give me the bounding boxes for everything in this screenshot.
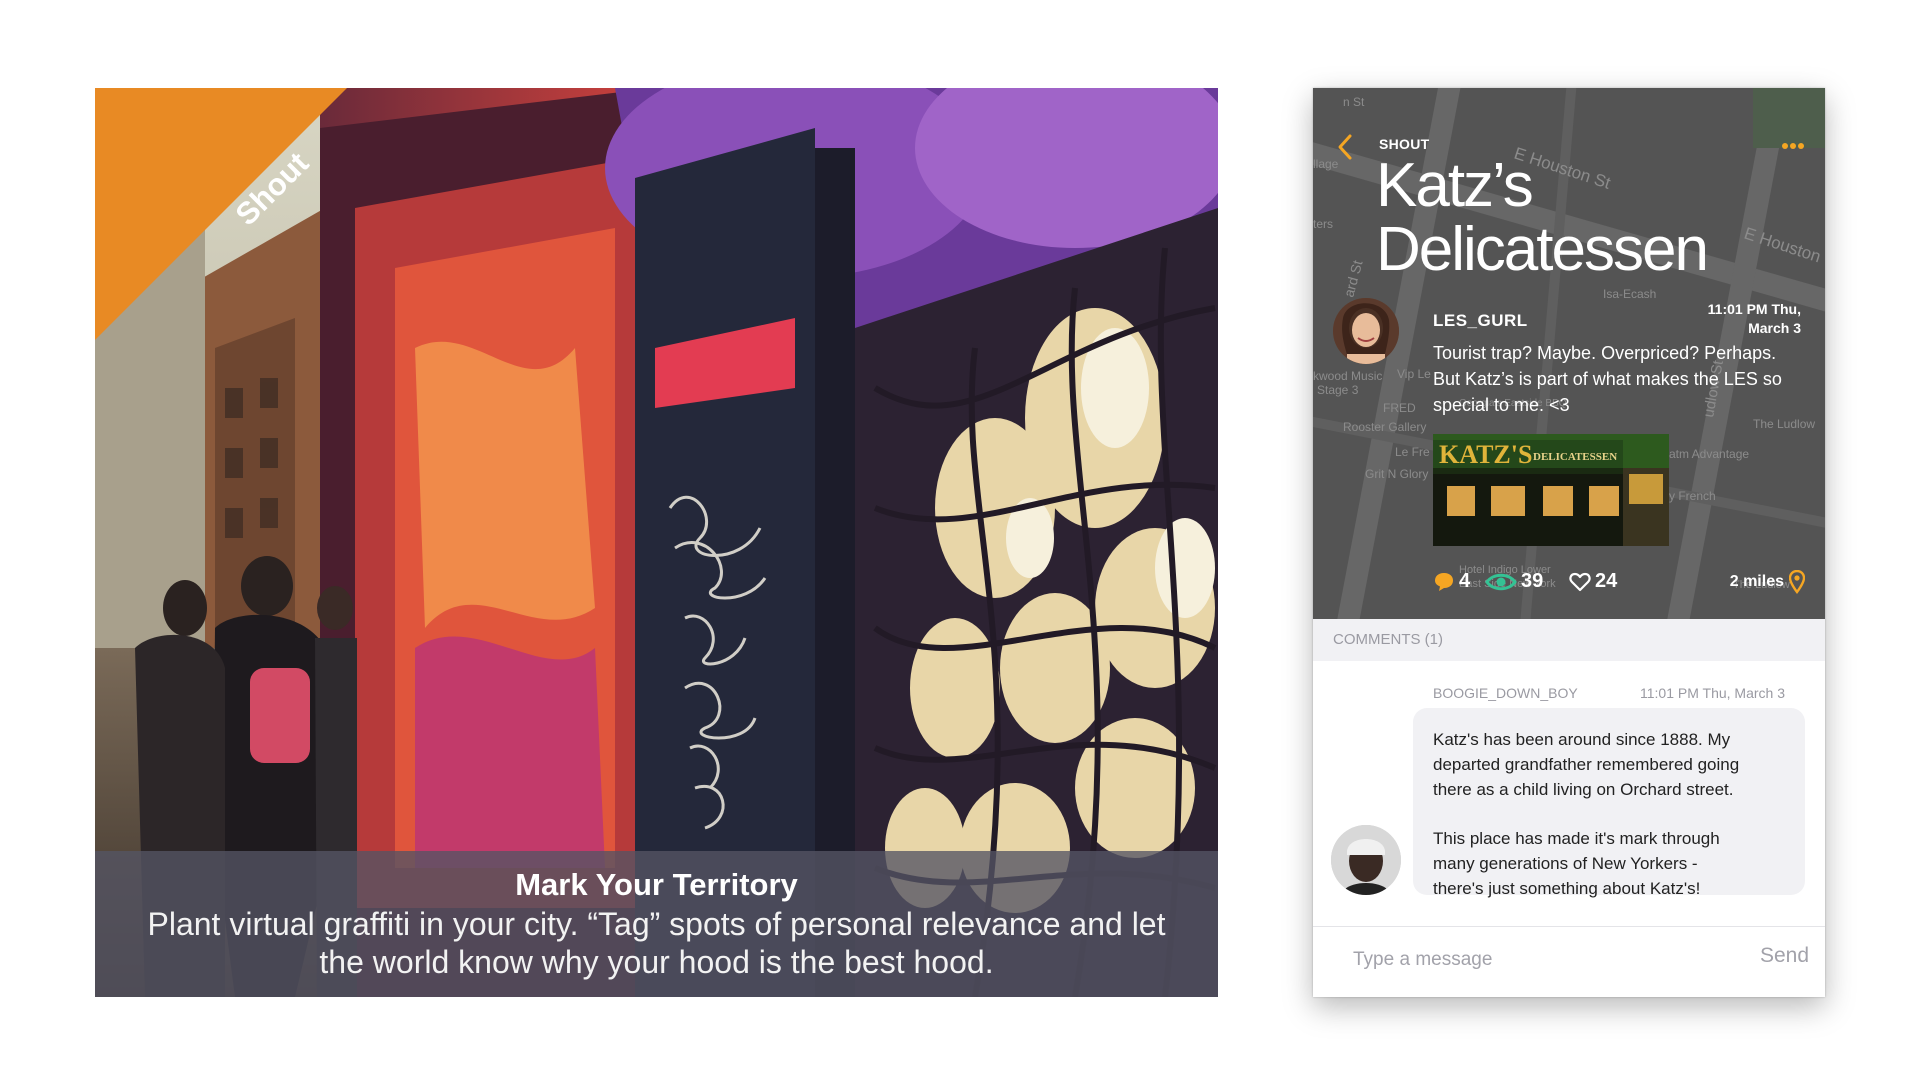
view-count-value: 39 <box>1521 570 1544 592</box>
hero-caption: Mark Your Territory Plant virtual graffi… <box>95 851 1218 997</box>
place-title-line: Katz’s <box>1376 151 1534 220</box>
heart-icon <box>1569 572 1591 591</box>
view-count: 39 <box>1485 570 1543 593</box>
comment-text-line: departed grandfather remembered going <box>1433 755 1740 774</box>
comments-header: COMMENTS (1) <box>1313 619 1825 661</box>
post-timestamp-line: 11:01 PM Thu, <box>1707 301 1801 317</box>
comment-text-line: Katz's has been around since 1888. My <box>1433 730 1731 749</box>
composer-divider <box>1313 926 1825 927</box>
like-count[interactable]: 24 <box>1569 570 1617 593</box>
shout-stats: 4 39 24 2 miles <box>1433 570 1805 598</box>
comment-text-line: This place has made it's mark through <box>1433 829 1720 848</box>
post-text: Tourist trap? Maybe. Overpriced? Perhaps… <box>1433 343 1782 415</box>
caption-title: Mark Your Territory <box>515 867 798 902</box>
hero-card: Shout Mark Your Territory Plant virtual … <box>95 88 1218 997</box>
poster-username[interactable]: LES_GURL <box>1433 311 1528 331</box>
comment-text-line: many generations of New Yorkers - <box>1433 854 1698 873</box>
comment-username[interactable]: BOOGIE_DOWN_BOY <box>1433 685 1578 701</box>
avatar[interactable] <box>1331 825 1401 895</box>
place-title: Katz’s Delicatessen <box>1376 154 1806 282</box>
comment-text-line: there as a child living on Orchard stree… <box>1433 780 1734 799</box>
comments-header-label: COMMENTS (1) <box>1333 631 1443 648</box>
phone-screen: n St E Houston St E Houston Isa-Ecash ar… <box>1313 88 1825 997</box>
shout-ribbon: Shout <box>95 88 347 340</box>
post-timestamp: 11:01 PM Thu, March 3 <box>1641 300 1801 338</box>
comment-bubble: Katz's has been around since 1888. My de… <box>1413 708 1805 898</box>
shout-detail-panel: n St E Houston St E Houston Isa-Ecash ar… <box>1313 88 1825 619</box>
like-count-value: 24 <box>1595 570 1618 592</box>
avatar[interactable] <box>1333 298 1399 364</box>
message-input[interactable] <box>1351 941 1725 979</box>
distance-value: 2 miles <box>1729 573 1784 590</box>
speech-bubble-icon <box>1435 572 1453 591</box>
post-photo[interactable]: KATZ'S DELICATESSEN <box>1433 434 1669 546</box>
distance: 2 miles <box>1730 570 1805 594</box>
chevron-left-icon[interactable] <box>1335 133 1355 161</box>
comment-text-line: there's just something about Katz's! <box>1433 879 1701 898</box>
eye-icon <box>1485 573 1517 590</box>
photo-sign-text: DELICATESSEN <box>1533 451 1617 463</box>
screen-label: SHOUT <box>1379 136 1430 152</box>
location-pin-icon <box>1789 570 1805 594</box>
post-timestamp-line: March 3 <box>1748 320 1801 336</box>
comment-timestamp: 11:01 PM Thu, March 3 <box>1640 685 1785 701</box>
caption-body: Plant virtual graffiti in your city. “Ta… <box>147 906 1166 980</box>
comment-count[interactable]: 4 <box>1433 570 1470 593</box>
place-title-line: Delicatessen <box>1376 215 1709 284</box>
photo-sign-text: KATZ'S <box>1439 440 1532 469</box>
comment-count-value: 4 <box>1459 570 1471 592</box>
send-button[interactable]: Send <box>1760 944 1809 968</box>
